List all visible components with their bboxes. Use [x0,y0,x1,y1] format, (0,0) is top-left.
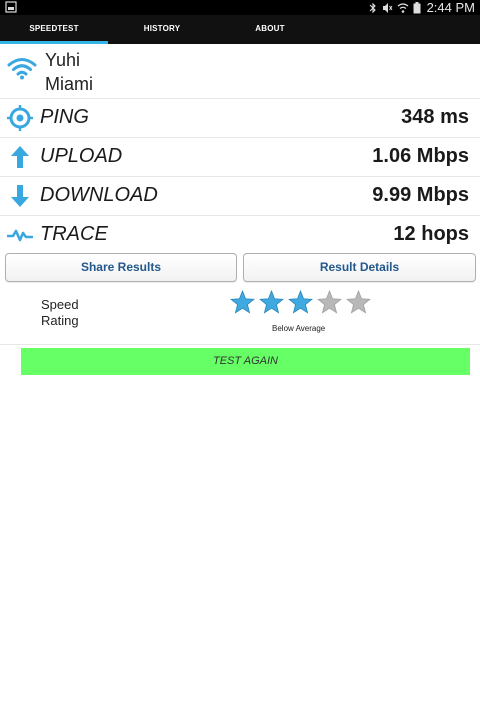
rating-description: Below Average [272,324,326,333]
arrow-down-icon [11,185,29,207]
ping-row: PING 348 ms [0,98,480,138]
mute-icon [382,2,393,13]
speed-rating-label-line1: Speed [41,297,79,312]
tab-bar: SPEEDTEST HISTORY ABOUT [0,15,480,44]
ping-label: PING [40,106,89,128]
server-city: Miami [45,74,93,94]
ping-value: 348 ms [401,106,469,128]
tab-speedtest[interactable]: SPEEDTEST [0,15,108,44]
bluetooth-icon [369,2,376,13]
pulse-icon [7,229,33,242]
server-name: Yuhi [45,50,81,70]
download-value: 9.99 Mbps [372,184,469,206]
star-filled-icon [259,290,284,314]
divider [0,344,480,345]
server-info: Yuhi Miami [0,44,480,99]
star-filled-icon [288,290,313,314]
download-label: DOWNLOAD [40,184,158,206]
battery-icon [413,1,421,13]
tab-history[interactable]: HISTORY [108,15,216,44]
tab-about[interactable]: ABOUT [216,15,324,44]
wifi-icon [397,2,408,13]
share-results-button[interactable]: Share Results [5,253,237,282]
upload-value: 1.06 Mbps [372,145,469,167]
star-rating [229,290,372,316]
star-filled-icon [230,290,255,314]
download-row: DOWNLOAD 9.99 Mbps [0,176,480,216]
arrow-up-icon [11,146,29,168]
trace-label: TRACE [40,223,108,245]
screenshot-icon [5,1,17,13]
upload-label: UPLOAD [40,145,123,167]
target-icon [7,105,33,131]
upload-row: UPLOAD 1.06 Mbps [0,137,480,177]
status-bar: 2:44 PM [0,0,480,15]
trace-row: TRACE 12 hops [0,215,480,254]
wifi-signal-icon [7,58,37,80]
star-empty-icon [346,290,371,314]
speed-rating-label: Speed Rating [41,297,79,329]
trace-value: 12 hops [393,223,469,245]
result-details-button[interactable]: Result Details [243,253,476,282]
speed-rating-label-line2: Rating [41,313,79,328]
star-empty-icon [317,290,342,314]
clock: 2:44 PM [426,0,475,15]
test-again-button[interactable]: TEST AGAIN [21,348,470,375]
